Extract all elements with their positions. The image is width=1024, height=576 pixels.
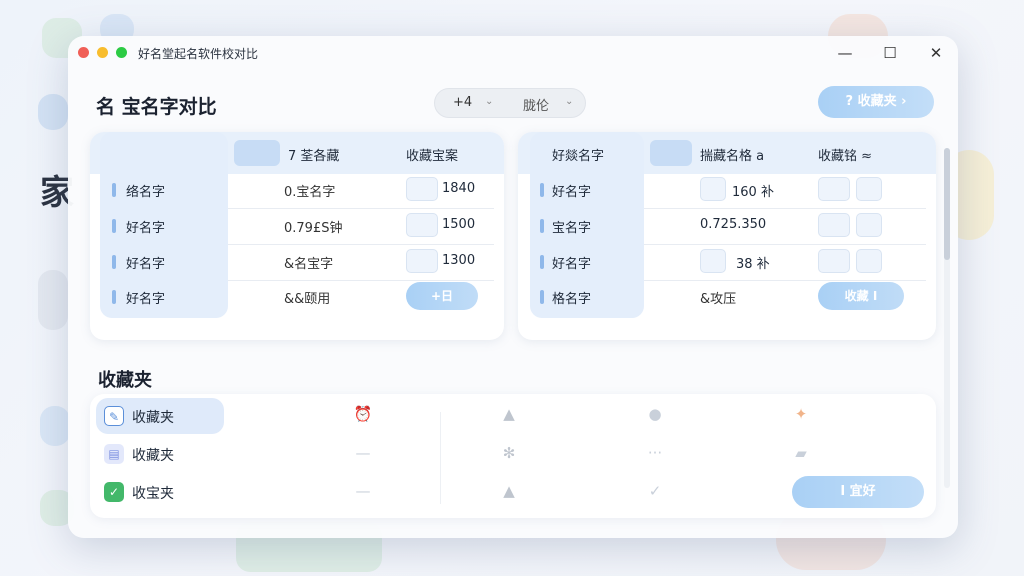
value-cell: 0.725.350 [700, 217, 767, 232]
favorites-item-label: 收藏夹 [132, 410, 174, 426]
title-bar: 好名堂起名软件校对比 — ☐ ✕ [68, 36, 958, 70]
go-button[interactable]: I 宜好 [792, 476, 924, 508]
segment-right[interactable]: 胧伦 [523, 95, 549, 114]
value-box[interactable] [406, 249, 438, 273]
value-box[interactable] [700, 249, 726, 273]
name-cell: 络名字 [126, 185, 166, 200]
option-box[interactable] [856, 177, 882, 201]
dash-icon[interactable]: — [352, 482, 374, 500]
minimize-traffic-light[interactable] [97, 47, 108, 58]
favorite-button[interactable]: 收藏 I [818, 282, 904, 310]
row-divider [644, 244, 926, 245]
column-header: 7 荃各藏 [288, 149, 340, 164]
count-cell: 1300 [442, 253, 476, 268]
favorites-item[interactable]: ✎ 收藏夹 [96, 398, 224, 434]
favorites-item[interactable]: ▤ 收藏夹 [96, 436, 224, 472]
value-cell: 160 补 [732, 185, 774, 200]
row-indicator [540, 290, 544, 304]
background-decoration [38, 270, 68, 330]
add-button[interactable]: +日 [406, 282, 478, 310]
close-traffic-light[interactable] [78, 47, 89, 58]
bell-icon[interactable]: ▲ [498, 482, 520, 500]
chevron-down-icon: ⌄ [565, 96, 574, 107]
row-divider [644, 280, 926, 281]
favorites-item[interactable]: ✓ 收宝夹 [96, 474, 224, 510]
option-box[interactable] [818, 177, 850, 201]
value-cell: &攻压 [700, 292, 737, 307]
chat-icon[interactable]: ● [644, 405, 666, 423]
favorites-section-title: 收藏夹 [98, 370, 152, 391]
name-cell: 宝名字 [552, 221, 592, 236]
comparison-table-right: 好燚名字 揣藏名格 a 收藏铭 ≈ 好名字 160 补 宝名字 0.725.35… [518, 132, 936, 340]
window-title: 好名堂起名软件校对比 [138, 47, 259, 61]
favorites-panel: ✎ 收藏夹 ▤ 收藏夹 ✓ 收宝夹 ⏰ — — ▲ ✻ ▲ ● ··· ✓ ✦ … [90, 394, 936, 518]
value-cell: &&颐用 [284, 292, 331, 307]
segmented-control[interactable]: +4 ⌄ 胧伦 ⌄ [434, 88, 586, 118]
maximize-button[interactable]: ☐ [879, 42, 901, 64]
gear-icon[interactable]: ✻ [498, 444, 520, 462]
row-divider [228, 208, 494, 209]
sparkle-icon[interactable]: ✦ [790, 405, 812, 423]
option-box[interactable] [856, 249, 882, 273]
chevron-down-icon: ⌄ [485, 96, 494, 107]
row-indicator [112, 255, 116, 269]
favorites-button[interactable]: ? 收藏夹 › [818, 86, 934, 118]
image-icon[interactable]: ▰ [790, 444, 812, 462]
header-pill [234, 140, 280, 166]
value-cell: 38 补 [736, 257, 770, 272]
favorites-item-label: 收藏夹 [132, 448, 174, 464]
dash-icon[interactable]: — [352, 444, 374, 462]
row-indicator [112, 183, 116, 197]
bell-icon[interactable]: ▲ [498, 405, 520, 423]
zoom-traffic-light[interactable] [116, 47, 127, 58]
value-cell: 0.宝名字 [284, 185, 336, 200]
segment-left[interactable]: +4 [453, 95, 472, 110]
more-icon[interactable]: ··· [644, 444, 666, 462]
row-indicator [112, 290, 116, 304]
row-indicator [540, 255, 544, 269]
name-cell: 好名字 [552, 257, 592, 272]
scrollbar-thumb[interactable] [944, 148, 950, 260]
edit-icon: ✎ [104, 406, 124, 426]
column-divider [440, 412, 441, 504]
calendar-icon: ▤ [104, 444, 124, 464]
favorites-item-label: 收宝夹 [132, 486, 174, 502]
row-indicator [112, 219, 116, 233]
name-cell: 格名字 [552, 292, 592, 307]
background-decoration [38, 94, 68, 130]
row-indicator [540, 219, 544, 233]
value-box[interactable] [700, 177, 726, 201]
option-box[interactable] [818, 249, 850, 273]
name-cell: 好名字 [126, 221, 166, 236]
column-header: 好燚名字 [552, 149, 605, 164]
value-cell: 0.79£S钟 [284, 221, 343, 236]
count-cell: 1500 [442, 217, 476, 232]
column-header: 揣藏名格 a [700, 149, 765, 164]
column-header: 收藏宝案 [406, 149, 459, 164]
comparison-table-left: 7 荃各藏 收藏宝案 络名字 0.宝名字 1840 好名字 0.79£S钟 15… [90, 132, 504, 340]
column-header: 收藏铭 ≈ [818, 149, 873, 164]
name-cell: 好名字 [126, 292, 166, 307]
value-box[interactable] [406, 213, 438, 237]
check-icon: ✓ [104, 482, 124, 502]
option-box[interactable] [818, 213, 850, 237]
row-divider [644, 208, 926, 209]
alarm-icon[interactable]: ⏰ [352, 405, 374, 423]
name-cell: 好名字 [552, 185, 592, 200]
background-decoration [40, 406, 70, 446]
name-cell: 好名字 [126, 257, 166, 272]
row-divider [228, 244, 494, 245]
count-cell: 1840 [442, 181, 476, 196]
row-indicator [540, 183, 544, 197]
row-divider [228, 280, 494, 281]
minimize-button[interactable]: — [834, 42, 856, 64]
close-button[interactable]: ✕ [925, 42, 947, 64]
page-title: 名 宝名字对比 [96, 96, 217, 118]
app-window: 好名堂起名软件校对比 — ☐ ✕ 名 宝名字对比 +4 ⌄ 胧伦 ⌄ ? 收藏夹… [68, 36, 958, 538]
header-pill [650, 140, 692, 166]
value-box[interactable] [406, 177, 438, 201]
check-icon[interactable]: ✓ [644, 482, 666, 500]
option-box[interactable] [856, 213, 882, 237]
value-cell: &名宝字 [284, 257, 334, 272]
